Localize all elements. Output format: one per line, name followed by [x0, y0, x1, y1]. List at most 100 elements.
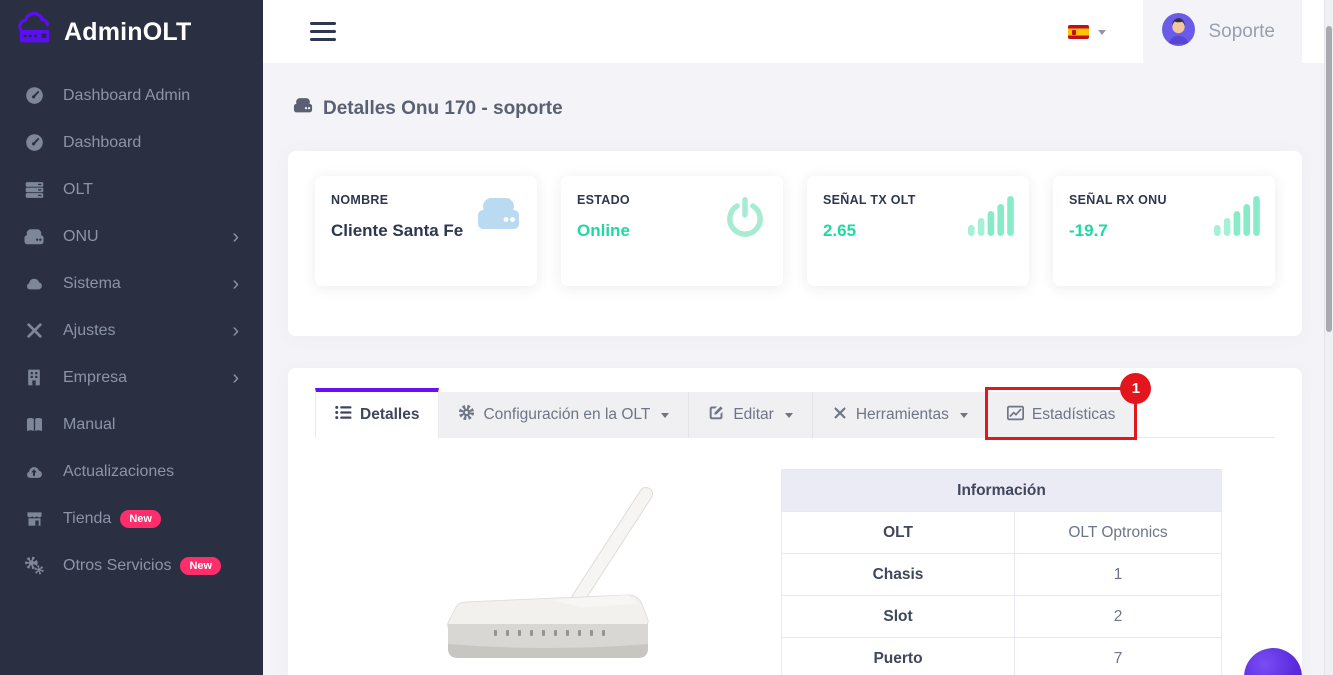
sidebar-item-dashboard[interactable]: Dashboard [0, 119, 263, 166]
tab-detalles[interactable]: Detalles [315, 388, 439, 438]
gear-icon [458, 404, 475, 426]
user-menu[interactable]: Soporte [1143, 0, 1302, 63]
caret-down-icon [1098, 30, 1106, 39]
onu-device-icon [475, 195, 522, 238]
sidebar-item-onu[interactable]: ONU › [0, 213, 263, 260]
caret-down-icon [661, 413, 669, 422]
menu-toggle-button[interactable] [310, 17, 336, 46]
sidebar-item-label: Dashboard [63, 134, 141, 152]
sidebar-item-empresa[interactable]: Empresa › [0, 354, 263, 401]
avatar [1162, 13, 1195, 51]
stat-card-nombre: NOMBRE Cliente Santa Fe [315, 176, 537, 286]
sidebar-item-label: Dashboard Admin [63, 87, 190, 105]
brand-name: AdminOLT [64, 18, 192, 47]
table-row: Puerto 7 [782, 638, 1222, 675]
gauge-icon [22, 132, 46, 153]
new-badge: New [120, 510, 161, 528]
chevron-right-icon: › [232, 321, 239, 341]
signal-bars-icon [1214, 195, 1260, 241]
tab-label: Herramientas [856, 406, 949, 424]
tab-content: Información OLT OLT Optronics Chasis 1 [315, 438, 1275, 675]
caret-down-icon [960, 413, 968, 422]
annotation-step-badge: 1 [1120, 373, 1151, 404]
brand-logo-icon [13, 12, 57, 53]
brand[interactable]: AdminOLT [0, 0, 263, 64]
sidebar-item-otros-servicios[interactable]: Otros Servicios New [0, 542, 263, 589]
server-icon [22, 179, 46, 200]
tab-estadisticas[interactable]: Estadísticas 1 [988, 392, 1136, 438]
sidebar-item-label: Empresa [63, 369, 127, 387]
cloud-icon [22, 274, 46, 294]
store-icon [22, 509, 46, 529]
stats-panel: NOMBRE Cliente Santa Fe ESTADO Online SE… [288, 151, 1302, 336]
stat-card-senal-rx-onu: SEÑAL RX ONU -19.7 [1053, 176, 1275, 286]
tools-icon [22, 320, 46, 341]
onu-device-icon [22, 227, 46, 247]
sidebar-item-label: ONU [63, 228, 99, 246]
table-row: Slot 2 [782, 596, 1222, 638]
info-value: 1 [1015, 554, 1222, 596]
user-name: Soporte [1208, 21, 1275, 43]
topbar-right: Soporte [1068, 0, 1333, 63]
info-value: 7 [1015, 638, 1222, 675]
info-key: Puerto [782, 638, 1015, 675]
language-selector[interactable] [1068, 25, 1106, 39]
tab-herramientas[interactable]: Herramientas [813, 392, 988, 438]
info-value: OLT Optronics [1015, 512, 1222, 554]
info-table-header: Información [782, 470, 1222, 512]
power-icon [722, 195, 768, 246]
tab-label: Estadísticas [1032, 406, 1116, 424]
page-content: Detalles Onu 170 - soporte NOMBRE Client… [263, 63, 1333, 675]
table-row: Chasis 1 [782, 554, 1222, 596]
sidebar-item-actualizaciones[interactable]: Actualizaciones [0, 448, 263, 495]
tab-label: Editar [733, 406, 774, 424]
tab-configuracion-olt[interactable]: Configuración en la OLT [439, 392, 689, 438]
sidebar-item-olt[interactable]: OLT [0, 166, 263, 213]
page-title-text: Detalles Onu 170 - soporte [323, 98, 563, 120]
sidebar-nav: Dashboard Admin Dashboard OLT ONU › [0, 64, 263, 589]
info-table: Información OLT OLT Optronics Chasis 1 [781, 469, 1222, 675]
chevron-right-icon: › [232, 274, 239, 294]
sidebar-item-label: Sistema [63, 275, 121, 293]
building-icon [22, 367, 46, 388]
info-key: OLT [782, 512, 1015, 554]
sidebar-item-label: Ajustes [63, 322, 115, 340]
sidebar-item-ajustes[interactable]: Ajustes › [0, 307, 263, 354]
gauge-icon [22, 85, 46, 106]
chevron-right-icon: › [232, 227, 239, 247]
scrollbar-thumb[interactable] [1326, 26, 1332, 332]
app-window: AdminOLT Dashboard Admin Dashboard OLT [0, 0, 1333, 675]
info-value: 2 [1015, 596, 1222, 638]
topbar: Soporte [263, 0, 1333, 63]
sidebar-item-tienda[interactable]: Tienda New [0, 495, 263, 542]
cloud-upload-icon [22, 462, 46, 482]
tab-label: Configuración en la OLT [483, 406, 650, 424]
tab-label: Detalles [360, 406, 419, 424]
main-area: Soporte Detalles Onu 170 - soporte NOMBR… [263, 0, 1333, 675]
page-title: Detalles Onu 170 - soporte [292, 96, 1302, 121]
details-panel: Detalles Configuración en la OLT Edit [288, 368, 1302, 675]
chevron-right-icon: › [232, 368, 239, 388]
spain-flag-icon [1068, 25, 1089, 39]
sidebar-item-label: OLT [63, 181, 93, 199]
tools-icon [832, 405, 848, 426]
stat-card-senal-tx-olt: SEÑAL TX OLT 2.65 [807, 176, 1029, 286]
table-row: OLT OLT Optronics [782, 512, 1222, 554]
onu-device-icon [292, 96, 314, 121]
gears-icon [22, 555, 46, 576]
sidebar-item-dashboard-admin[interactable]: Dashboard Admin [0, 72, 263, 119]
tab-editar[interactable]: Editar [689, 392, 813, 438]
info-key: Chasis [782, 554, 1015, 596]
sidebar-item-label: Otros Servicios [63, 557, 171, 575]
new-badge: New [180, 557, 221, 575]
scrollbar [1324, 0, 1333, 675]
sidebar-item-label: Tienda [63, 510, 111, 528]
chart-line-icon [1007, 405, 1024, 426]
list-icon [335, 405, 352, 425]
stat-card-estado: ESTADO Online [561, 176, 783, 286]
sidebar-item-label: Manual [63, 416, 115, 434]
sidebar-item-sistema[interactable]: Sistema › [0, 260, 263, 307]
sidebar-item-manual[interactable]: Manual [0, 401, 263, 448]
onu-product-image [315, 438, 781, 675]
info-key: Slot [782, 596, 1015, 638]
